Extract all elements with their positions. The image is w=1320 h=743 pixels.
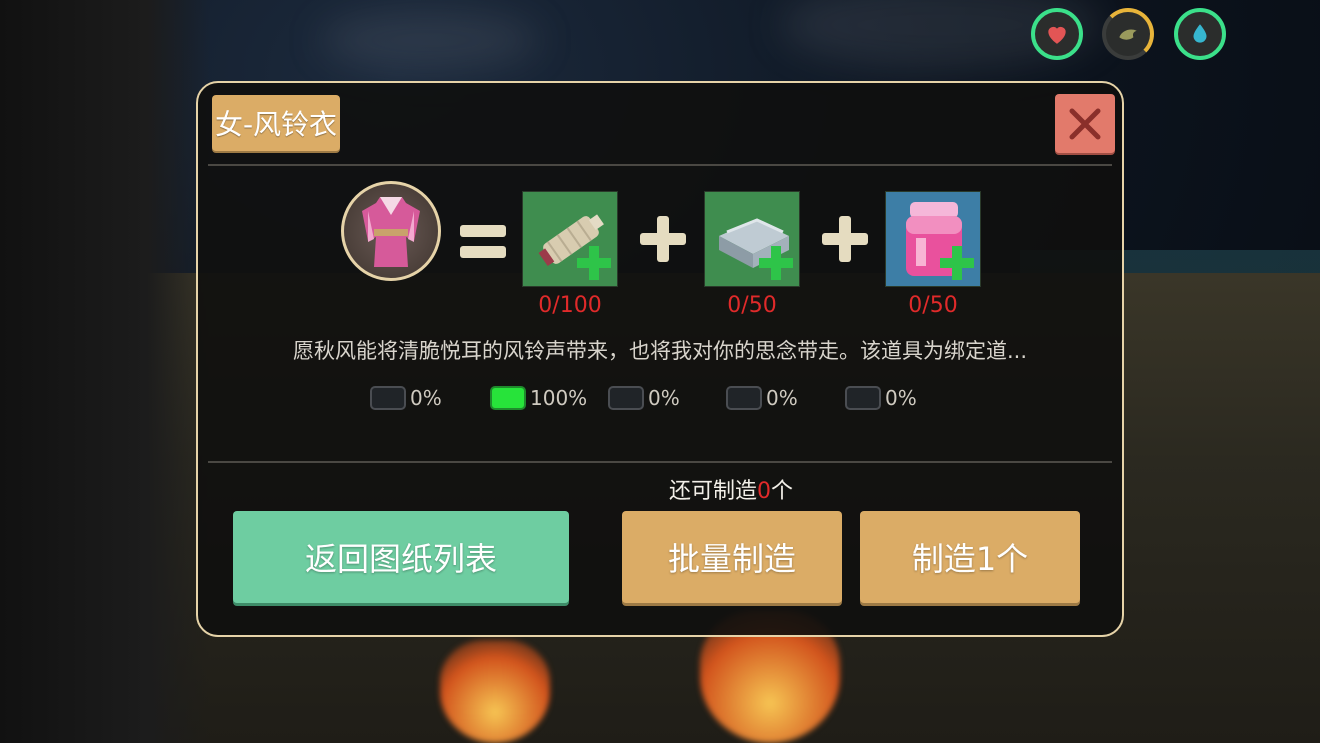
remaining-count: 还可制造0个 — [198, 473, 1264, 505]
material-count-1: 0/100 — [538, 293, 602, 318]
rate-value: 0% — [885, 386, 917, 410]
back-to-blueprints-button[interactable]: 返回图纸列表 — [233, 511, 569, 603]
add-icon — [759, 246, 793, 280]
rate-indicator — [845, 386, 881, 410]
food-icon — [1102, 8, 1154, 60]
craft-one-button[interactable]: 制造1个 — [860, 511, 1080, 603]
quality-rate: 0% — [845, 383, 917, 413]
add-icon — [940, 246, 974, 280]
rate-indicator — [490, 386, 526, 410]
health-icon — [1031, 8, 1083, 60]
water-drop-icon — [1174, 8, 1226, 60]
item-description: 愿秋风能将清脆悦耳的风铃声带来，也将我对你的思念带走。该道具为绑定道... — [292, 339, 1028, 363]
header-divider — [208, 164, 1112, 166]
equals-sign — [460, 225, 506, 267]
rate-value: 100% — [530, 386, 588, 410]
quality-rate: 100% — [490, 383, 587, 413]
material-count-3: 0/50 — [908, 293, 958, 318]
recipe-title: 女-风铃衣 — [212, 95, 340, 151]
remaining-number: 0 — [757, 479, 771, 504]
add-icon — [577, 246, 611, 280]
crafting-dialog: 女-风铃衣 0/100 0/50 0/50 愿秋风能将清脆悦耳的风铃声带来，也将… — [196, 81, 1124, 637]
material-count-2: 0/50 — [727, 293, 777, 318]
rate-indicator — [726, 386, 762, 410]
close-button[interactable] — [1055, 94, 1115, 153]
material-slot-2[interactable] — [704, 191, 800, 287]
rate-value: 0% — [648, 386, 680, 410]
close-icon — [1069, 108, 1101, 139]
rate-indicator — [370, 386, 406, 410]
robe-icon — [362, 197, 420, 267]
rate-value: 0% — [410, 386, 442, 410]
quality-rate: 0% — [608, 383, 680, 413]
quality-rate: 0% — [370, 383, 442, 413]
material-slot-1[interactable] — [522, 191, 618, 287]
footer-divider — [208, 461, 1112, 463]
result-item[interactable] — [341, 181, 441, 281]
remaining-suffix: 个 — [771, 479, 794, 504]
rate-indicator — [608, 386, 644, 410]
plus-sign — [822, 216, 868, 262]
plus-sign — [640, 216, 686, 262]
quality-rate: 0% — [726, 383, 798, 413]
batch-craft-button[interactable]: 批量制造 — [622, 511, 842, 603]
material-slot-3[interactable] — [885, 191, 981, 287]
rate-value: 0% — [766, 386, 798, 410]
remaining-prefix: 还可制造 — [668, 479, 757, 504]
